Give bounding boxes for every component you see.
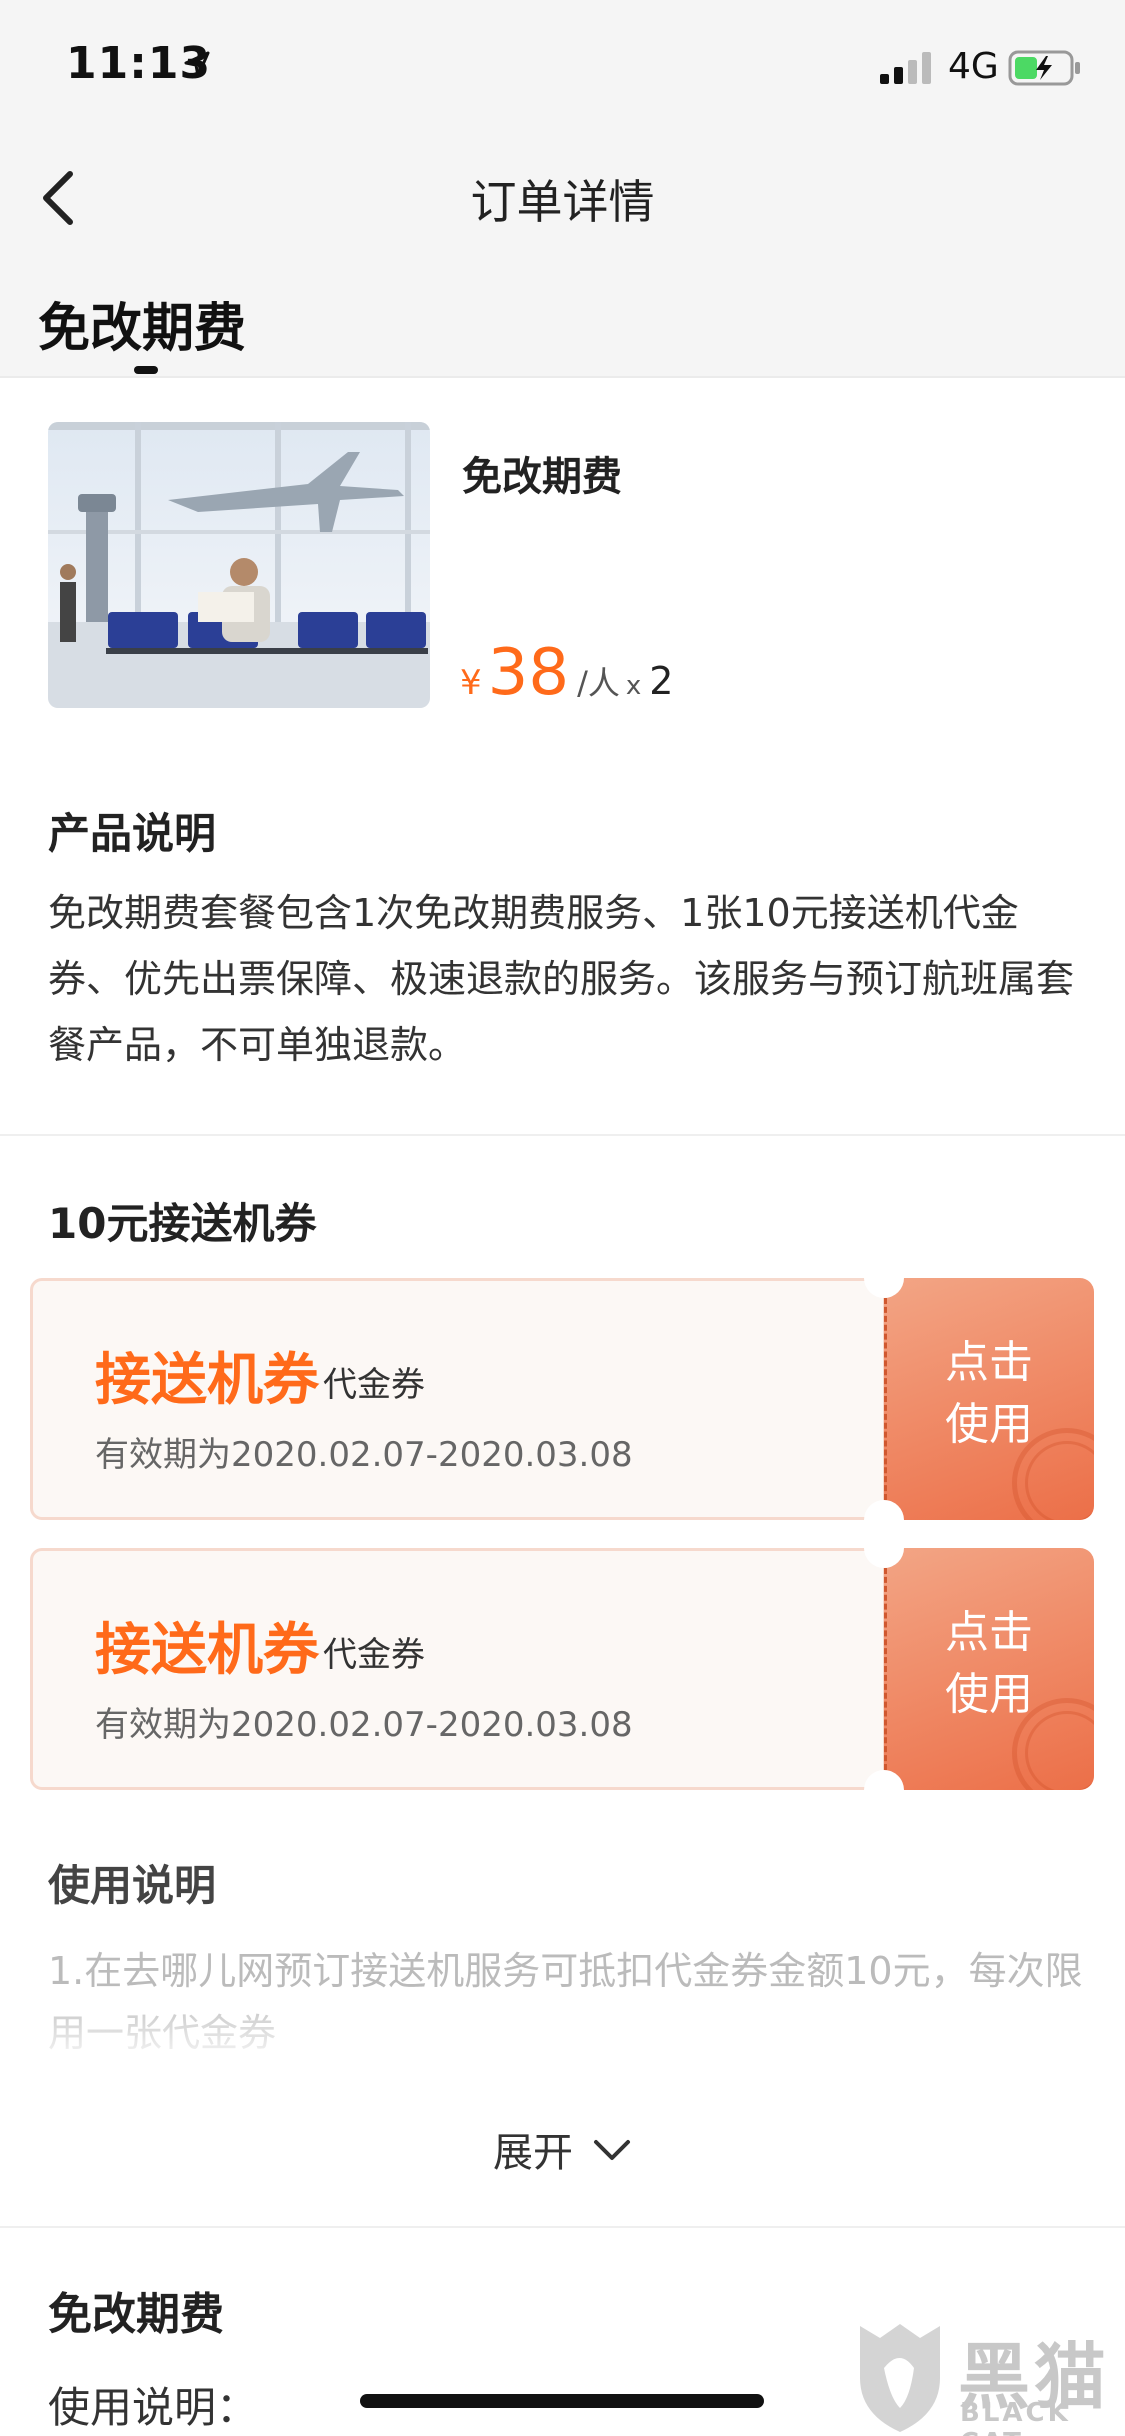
use-coupon-button[interactable]: 点击 使用 bbox=[884, 1278, 1094, 1520]
usage-heading: 使用说明 bbox=[48, 1861, 217, 1910]
coupon-section-heading: 10元接送机券 bbox=[48, 1199, 317, 1248]
coupon-notch bbox=[864, 1770, 904, 1810]
page-title: 订单详情 bbox=[470, 175, 655, 229]
use-coupon-label: 点击 使用 bbox=[945, 1337, 1033, 1450]
coupon-name: 接送机券 bbox=[95, 1348, 319, 1413]
watermark-en: BLACK CAT bbox=[960, 2398, 1071, 2436]
coupon-notch bbox=[864, 1258, 904, 1298]
tab-free-change-fee[interactable]: 免改期费 bbox=[38, 286, 246, 361]
bottom-usage-label: 使用说明： bbox=[48, 2383, 259, 2432]
tab-indicator bbox=[134, 366, 158, 374]
price-unit: /人 bbox=[577, 664, 620, 702]
coupon-perforation bbox=[884, 1568, 887, 1770]
price-row: ¥38/人 x 2 bbox=[460, 636, 673, 710]
bottom-section-title: 免改期费 bbox=[48, 2289, 224, 2340]
coupon-type: 代金券 bbox=[323, 1635, 425, 1675]
use-coupon-button[interactable]: 点击 使用 bbox=[884, 1548, 1094, 1790]
coupon-validity: 有效期为2020.02.07-2020.03.08 bbox=[95, 1435, 633, 1475]
coupon-body: 接送机券 代金券 有效期为2020.02.07-2020.03.08 bbox=[30, 1278, 886, 1520]
cat-shield-icon bbox=[860, 2324, 940, 2432]
product-image bbox=[48, 422, 430, 708]
price-times: x bbox=[625, 671, 642, 701]
usage-fade bbox=[0, 1990, 1125, 2070]
network-type: 4G bbox=[948, 46, 999, 87]
divider bbox=[0, 2226, 1125, 2228]
status-bar: 11:13 4G bbox=[0, 0, 1125, 132]
expand-label: 展开 bbox=[492, 2130, 573, 2176]
coupon-type: 代金券 bbox=[323, 1365, 425, 1405]
price-currency: ¥ bbox=[460, 663, 482, 703]
expand-button[interactable]: 展开 bbox=[0, 2120, 1125, 2180]
price-quantity: 2 bbox=[649, 659, 674, 703]
coupon-card: 接送机券 代金券 有效期为2020.02.07-2020.03.08 点击 使用 bbox=[30, 1258, 1094, 1540]
nav-bar: 订单详情 bbox=[0, 132, 1125, 262]
coupon-body: 接送机券 代金券 有效期为2020.02.07-2020.03.08 bbox=[30, 1548, 886, 1790]
coupon-name: 接送机券 bbox=[95, 1618, 319, 1683]
product-name: 免改期费 bbox=[462, 454, 622, 500]
coupon-perforation bbox=[884, 1298, 887, 1500]
price-value: 38 bbox=[487, 636, 570, 710]
coupon-card: 接送机券 代金券 有效期为2020.02.07-2020.03.08 点击 使用 bbox=[30, 1528, 1094, 1810]
chevron-down-icon bbox=[594, 2140, 631, 2160]
tab-strip: 免改期费 bbox=[0, 262, 1125, 378]
battery-icon bbox=[1008, 50, 1080, 86]
coupon-validity: 有效期为2020.02.07-2020.03.08 bbox=[95, 1705, 633, 1745]
divider bbox=[0, 1134, 1125, 1136]
home-indicator[interactable] bbox=[360, 2394, 764, 2408]
coupon-notch bbox=[864, 1528, 904, 1568]
location-arrow-icon bbox=[184, 51, 210, 78]
watermark: 黑猫 BLACK CAT bbox=[850, 2318, 1120, 2436]
product-description-heading: 产品说明 bbox=[48, 809, 217, 858]
product-description-text: 免改期费套餐包含1次免改期费服务、1张10元接送机代金券、优先出票保障、极速退款… bbox=[48, 891, 1075, 1067]
signal-icon bbox=[880, 52, 931, 84]
use-coupon-label: 点击 使用 bbox=[945, 1607, 1033, 1720]
